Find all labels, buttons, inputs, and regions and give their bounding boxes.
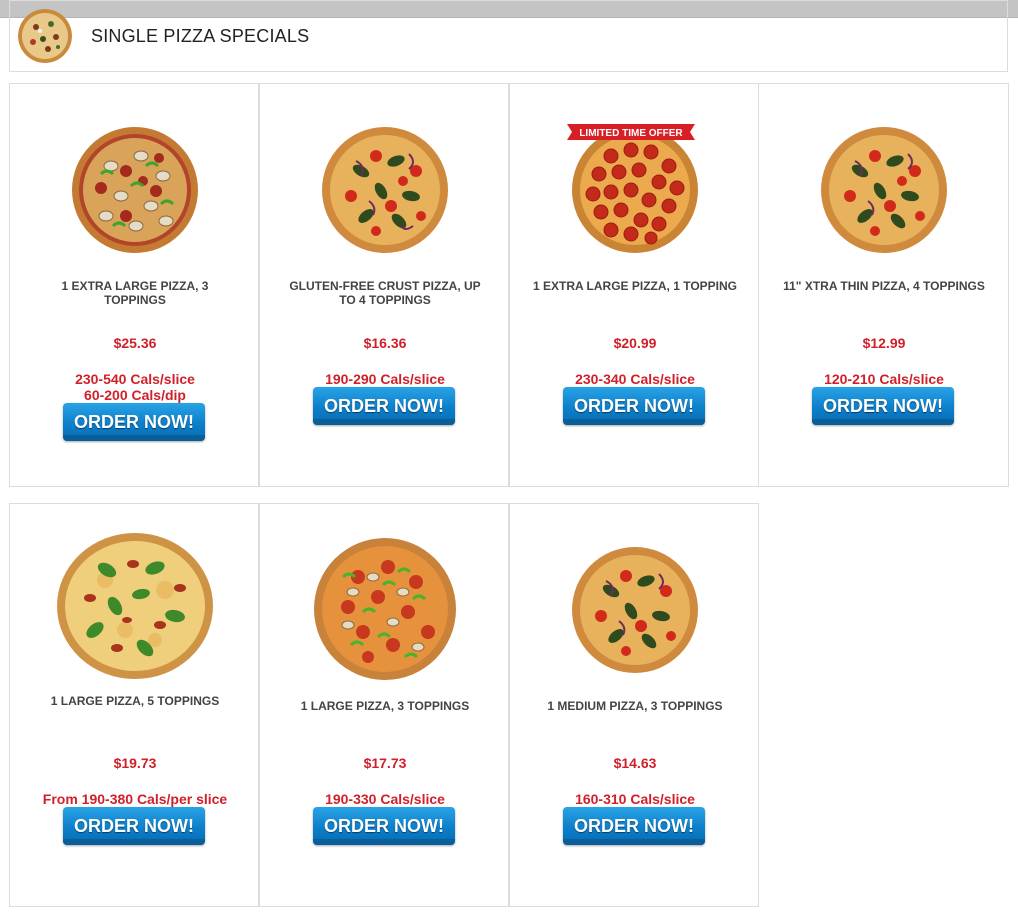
order-now-button[interactable]: ORDER NOW! [563,387,705,425]
card-calories: 190-290 Cals/slice [325,371,445,387]
card-price: $25.36 [113,335,157,351]
card-price: $17.73 [363,755,407,771]
card-price: $16.36 [363,335,407,351]
order-now-label: ORDER NOW! [74,412,194,432]
pizza-mushroom-pepper-icon[interactable] [10,126,260,259]
card-calories: 230-340 Cals/slice [575,371,695,387]
order-now-button[interactable]: ORDER NOW! [313,387,455,425]
card-calories-dip: 60-200 Cals/dip [84,387,186,403]
order-now-button[interactable]: ORDER NOW! [563,807,705,845]
order-now-button[interactable]: ORDER NOW! [63,807,205,845]
card-calories: 120-210 Cals/slice [824,371,944,387]
order-now-button[interactable]: ORDER NOW! [313,807,455,845]
card-price: $12.99 [862,335,906,351]
special-card: LIMITED TIME OFFER 1 EXTRA LARGE PIZZA, … [509,83,759,487]
special-card: 1 EXTRA LARGE PIZZA, 3 TOPPINGS $25.36 2… [9,83,259,487]
special-card: GLUTEN-FREE CRUST PIZZA, UP TO 4 TOPPING… [259,83,509,487]
card-name: 1 MEDIUM PIZZA, 3 TOPPINGS [547,699,723,713]
page-title: SINGLE PIZZA SPECIALS [91,26,310,46]
order-now-label: ORDER NOW! [74,816,194,836]
special-card: 1 LARGE PIZZA, 5 TOPPINGS $19.73 From 19… [9,503,259,907]
order-now-label: ORDER NOW! [574,816,694,836]
card-calories: 190-330 Cals/slice [325,791,445,807]
card-calories: 160-310 Cals/slice [575,791,695,807]
order-now-button[interactable]: ORDER NOW! [63,403,205,441]
limited-time-offer-badge: LIMITED TIME OFFER [567,124,695,140]
pizza-pepperoni-icon[interactable] [510,126,760,259]
order-now-label: ORDER NOW! [324,396,444,416]
card-name: 1 LARGE PIZZA, 3 TOPPINGS [300,699,470,713]
order-now-label: ORDER NOW! [324,816,444,836]
order-now-label: ORDER NOW! [823,396,943,416]
card-price: $19.73 [113,755,157,771]
pizza-logo-icon [18,9,72,63]
special-card: 1 LARGE PIZZA, 3 TOPPINGS $17.73 190-330… [259,503,509,907]
card-name: 1 LARGE PIZZA, 5 TOPPINGS [50,694,220,708]
card-calories: 230-540 Cals/slice [75,371,195,387]
card-name: 1 EXTRA LARGE PIZZA, 1 TOPPING [532,279,738,293]
pizza-veggie-tomato-icon[interactable] [260,126,510,259]
card-name: 11" XTRA THIN PIZZA, 4 TOPPINGS [783,279,985,293]
pizza-basil-cheese-icon[interactable] [10,530,260,685]
card-name: GLUTEN-FREE CRUST PIZZA, UP TO 4 TOPPING… [289,279,481,307]
special-card: 1 MEDIUM PIZZA, 3 TOPPINGS $14.63 160-31… [509,503,759,907]
card-name: 1 EXTRA LARGE PIZZA, 3 TOPPINGS [61,279,209,307]
special-card: 11" XTRA THIN PIZZA, 4 TOPPINGS $12.99 1… [758,83,1009,487]
order-now-button[interactable]: ORDER NOW! [812,387,954,425]
card-price: $14.63 [613,755,657,771]
section-header: SINGLE PIZZA SPECIALS [9,0,1008,72]
pizza-pepperoni-pepper-icon[interactable] [260,537,510,686]
pizza-veggie-tomato-icon[interactable] [510,546,760,679]
svg-text:LIMITED TIME OFFER: LIMITED TIME OFFER [579,128,683,139]
card-price: $20.99 [613,335,657,351]
card-calories: From 190-380 Cals/per slice [42,791,228,807]
order-now-label: ORDER NOW! [574,396,694,416]
pizza-veggie-tomato-icon[interactable] [759,126,1009,259]
